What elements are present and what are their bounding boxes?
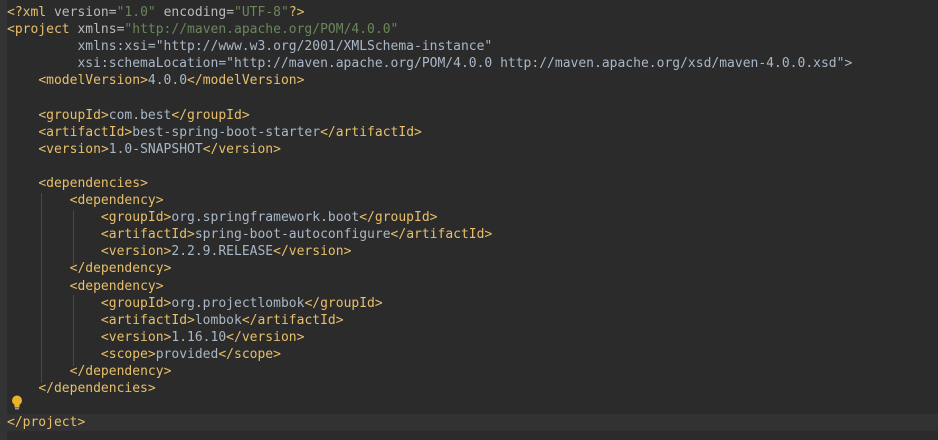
editor-gutter[interactable] <box>0 0 7 440</box>
lightbulb-icon[interactable] <box>10 394 24 412</box>
code-line[interactable]: xmlns:xsi="http://www.w3.org/2001/XMLSch… <box>7 38 938 55</box>
indent-guide <box>73 295 74 366</box>
code-line[interactable]: xsi:schemaLocation="http://maven.apache.… <box>7 55 938 72</box>
code-line[interactable]: </project> <box>7 414 938 432</box>
code-line[interactable]: <artifactId>spring-boot-autoconfigure</a… <box>7 226 938 243</box>
code-line[interactable]: <dependency> <box>7 192 938 209</box>
code-line[interactable]: <groupId>org.springframework.boot</group… <box>7 209 938 226</box>
code-line[interactable]: <version>2.2.9.RELEASE</version> <box>7 243 938 260</box>
code-line[interactable]: <version>1.0-SNAPSHOT</version> <box>7 141 938 158</box>
code-area[interactable]: <?xml version="1.0" encoding="UTF-8"?> <p… <box>7 4 938 432</box>
code-line[interactable]: <project xmlns="http://maven.apache.org/… <box>7 21 938 38</box>
code-line[interactable]: <artifactId>best-spring-boot-starter</ar… <box>7 124 938 141</box>
code-line[interactable]: </dependency> <box>7 363 938 380</box>
code-line[interactable]: </dependency> <box>7 260 938 277</box>
code-line[interactable]: <dependency> <box>7 278 938 295</box>
code-line[interactable]: <artifactId>lombok</artifactId> <box>7 312 938 329</box>
code-line[interactable]: <scope>provided</scope> <box>7 346 938 363</box>
code-line[interactable]: <dependencies> <box>7 175 938 192</box>
code-line[interactable]: <groupId>org.projectlombok</groupId> <box>7 295 938 312</box>
code-line[interactable]: </dependencies> <box>7 380 938 397</box>
code-line[interactable] <box>7 397 938 414</box>
indent-guide <box>41 193 42 383</box>
code-line[interactable]: <version>1.16.10</version> <box>7 329 938 346</box>
indent-guide <box>73 210 74 265</box>
code-line[interactable]: <modelVersion>4.0.0</modelVersion> <box>7 72 938 89</box>
code-editor[interactable]: <?xml version="1.0" encoding="UTF-8"?> <p… <box>0 0 938 440</box>
code-line[interactable]: <?xml version="1.0" encoding="UTF-8"?> <box>7 4 938 21</box>
code-line[interactable]: <groupId>com.best</groupId> <box>7 107 938 124</box>
code-line[interactable] <box>7 89 938 106</box>
code-line[interactable] <box>7 158 938 175</box>
